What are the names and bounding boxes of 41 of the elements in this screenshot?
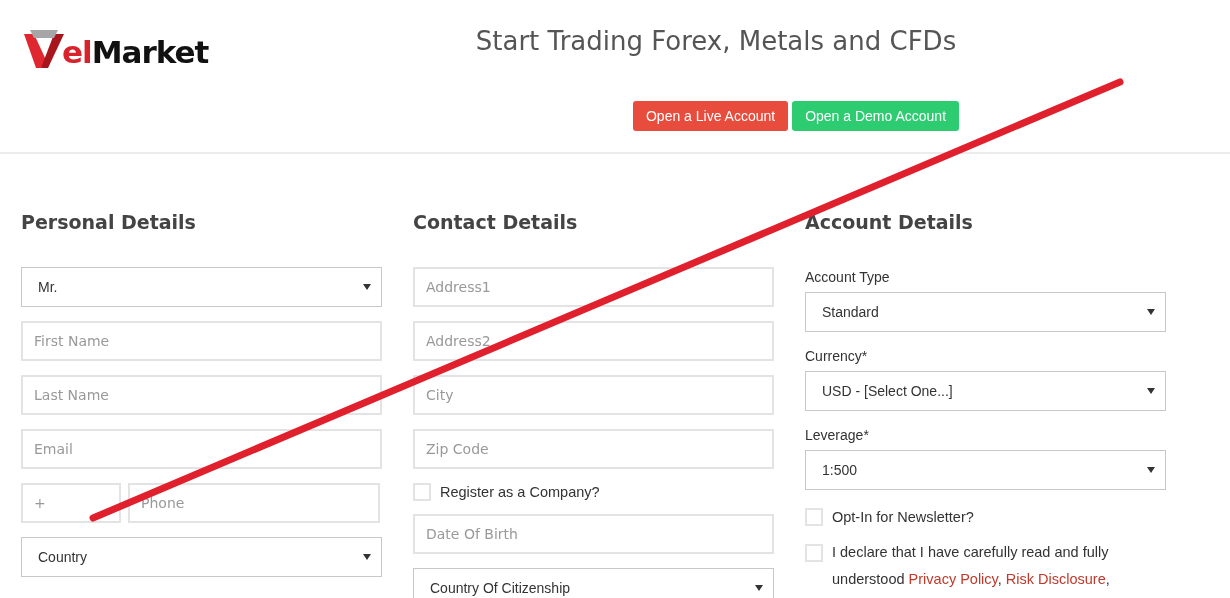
caret-icon — [363, 284, 371, 290]
select-field[interactable]: 1:500 — [805, 450, 1166, 490]
checkbox[interactable] — [805, 508, 823, 526]
select-field[interactable]: Country Of Citizenship — [413, 568, 774, 598]
field-label: Account Type — [805, 268, 891, 286]
section-heading: Personal Details — [21, 210, 197, 235]
caret-icon — [363, 554, 371, 560]
caret-icon — [1147, 388, 1155, 394]
consent-text: I declare that I have carefully read and fully understood Privacy Policy, Risk Disclosure, — [832, 543, 1111, 589]
checkbox-label: Register as a Company? — [440, 483, 600, 500]
select-field[interactable]: USD - [Select One...] — [805, 371, 1166, 411]
checkbox[interactable] — [805, 544, 823, 562]
select-field[interactable]: Country — [21, 537, 382, 577]
live-account-button[interactable]: Open a Live Account — [632, 101, 789, 131]
field-label: Currency* — [805, 347, 869, 365]
logo-wordmark: elMarket — [62, 36, 209, 68]
input-field[interactable]: Email — [21, 429, 382, 469]
input-field[interactable]: Address2 — [413, 321, 774, 361]
policy-link[interactable]: Privacy Policy — [908, 571, 998, 587]
input-field[interactable]: First Name — [21, 321, 382, 361]
page-title: Start Trading Forex, Metals and CFDs — [475, 25, 957, 58]
section-heading: Contact Details — [413, 210, 579, 235]
section-heading: Account Details — [805, 210, 974, 235]
select-field[interactable]: Standard — [805, 292, 1166, 332]
phone-code-field[interactable]: + — [21, 483, 121, 523]
caret-icon — [1147, 309, 1155, 315]
demo-account-button[interactable]: Open a Demo Account — [792, 101, 960, 131]
caret-icon — [755, 585, 763, 591]
policy-link[interactable]: Risk Disclosure — [1005, 571, 1106, 587]
input-field[interactable]: City — [413, 375, 774, 415]
select-field[interactable]: Mr. — [21, 267, 382, 307]
checkbox-label: Opt-In for Newsletter? — [832, 509, 974, 525]
input-field[interactable]: Zip Code — [413, 429, 774, 469]
input-field[interactable]: Address1 — [413, 267, 774, 307]
caret-icon — [1147, 467, 1155, 473]
input-field[interactable]: Last Name — [21, 375, 382, 415]
input-field[interactable]: Date Of Birth — [413, 514, 774, 554]
field-label: Leverage* — [805, 426, 870, 444]
phone-field[interactable]: Phone — [128, 483, 380, 523]
logo-icon — [24, 30, 64, 68]
checkbox[interactable] — [413, 482, 431, 501]
